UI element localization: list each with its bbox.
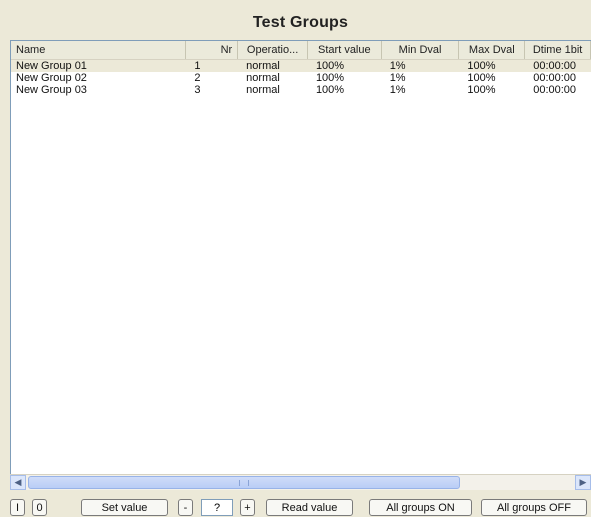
column-header-operation[interactable]: Operatio... — [238, 41, 308, 59]
column-header-min-dval[interactable]: Min Dval — [382, 41, 460, 59]
value-field[interactable]: ? — [201, 499, 233, 516]
table-row[interactable]: New Group 01 1 normal 100% 1% 100% 00:00… — [11, 60, 591, 72]
increment-button[interactable]: + — [240, 499, 255, 516]
scroll-right-icon[interactable]: ▶ — [575, 475, 591, 490]
cell-start-value: 100% — [315, 60, 345, 72]
groups-table: Name Nr Operatio... Start value Min Dval… — [10, 40, 591, 490]
cell-min-dval: 1% — [389, 84, 406, 96]
cell-nr: 2 — [194, 72, 201, 84]
read-value-button[interactable]: Read value — [266, 499, 353, 516]
table-header: Name Nr Operatio... Start value Min Dval… — [11, 41, 591, 60]
cell-name: New Group 02 — [16, 72, 87, 84]
cell-max-dval: 100% — [467, 60, 496, 72]
scroll-left-icon[interactable]: ◀ — [10, 475, 26, 490]
cell-min-dval: 1% — [389, 60, 406, 72]
decrement-button[interactable]: - — [178, 499, 193, 516]
cell-operation: normal — [246, 72, 280, 84]
scrollbar-thumb[interactable] — [28, 476, 460, 489]
cell-operation: normal — [246, 60, 280, 72]
toolbar: I 0 Set value - ? + Read value All group… — [0, 496, 591, 517]
off-button[interactable]: 0 — [32, 499, 47, 516]
page-title: Test Groups — [252, 14, 349, 31]
column-header-dtime-1bit[interactable]: Dtime 1bit — [525, 41, 591, 59]
cell-max-dval: 100% — [467, 72, 496, 84]
column-header-start-value[interactable]: Start value — [308, 41, 382, 59]
cell-nr: 3 — [194, 84, 201, 96]
all-groups-off-button[interactable]: All groups OFF — [481, 499, 587, 516]
cell-dtime-1bit: 00:00:00 — [533, 72, 577, 84]
grip-icon — [239, 479, 249, 486]
cell-operation: normal — [246, 84, 280, 96]
cell-nr: 1 — [194, 60, 201, 72]
cell-min-dval: 1% — [389, 72, 406, 84]
horizontal-scrollbar[interactable]: ◀ ▶ — [10, 474, 591, 490]
cell-name: New Group 01 — [16, 60, 87, 72]
cell-name: New Group 03 — [16, 84, 87, 96]
column-header-max-dval[interactable]: Max Dval — [459, 41, 526, 59]
column-header-name[interactable]: Name — [11, 41, 187, 59]
on-button[interactable]: I — [10, 499, 25, 516]
table-row[interactable]: New Group 03 3 normal 100% 1% 100% 00:00… — [11, 84, 591, 96]
cell-max-dval: 100% — [467, 84, 496, 96]
cell-start-value: 100% — [315, 84, 345, 96]
title-bar: Test Groups — [10, 10, 591, 36]
cell-dtime-1bit: 00:00:00 — [533, 60, 577, 72]
all-groups-on-button[interactable]: All groups ON — [369, 499, 472, 516]
column-header-nr[interactable]: Nr — [186, 41, 239, 59]
set-value-button[interactable]: Set value — [81, 499, 168, 516]
table-row[interactable]: New Group 02 2 normal 100% 1% 100% 00:00… — [11, 72, 591, 84]
cell-start-value: 100% — [315, 72, 345, 84]
cell-dtime-1bit: 00:00:00 — [533, 84, 577, 96]
